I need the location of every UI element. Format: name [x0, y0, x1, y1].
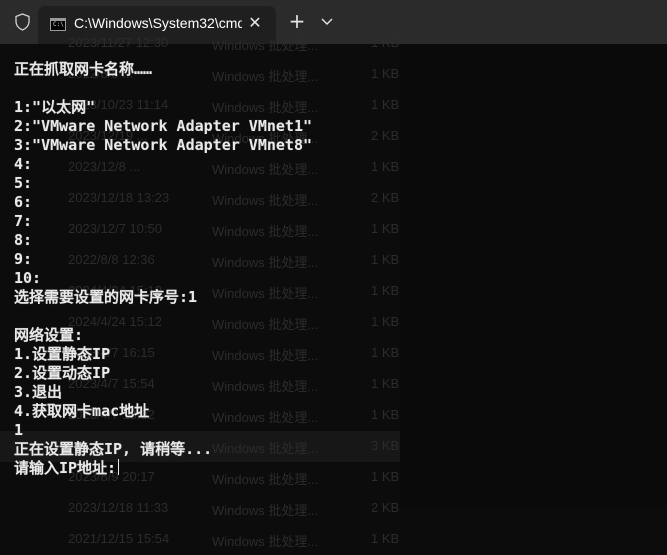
- background-row-size: 1 KB: [371, 97, 400, 112]
- background-row-size: 1 KB: [371, 221, 400, 236]
- console-line: 10:: [14, 269, 312, 288]
- background-row-size: 1 KB: [371, 345, 400, 360]
- console-line: 7:: [14, 212, 312, 231]
- background-row-size: 1 KB: [371, 66, 400, 81]
- background-row-type: Windows 批处理...: [212, 503, 319, 518]
- console-line-text: 正在抓取网卡名称……: [14, 60, 153, 78]
- console-line-text: 网络设置:: [14, 326, 84, 344]
- background-row: 2021/12/15 15:54 Windows 批处理... 1 KB: [0, 524, 400, 555]
- background-row-size: 1 KB: [371, 159, 400, 174]
- console-line: 2.设置动态IP: [14, 364, 312, 383]
- background-row: 2023/11/27 12:30 Windows 批处理... 1 KB: [0, 28, 400, 59]
- console-line-text: 7:: [14, 212, 33, 230]
- console-line: 1:"以太网": [14, 98, 312, 117]
- console-line-text: 4:: [14, 155, 33, 173]
- console-line-text: 8:: [14, 231, 33, 249]
- background-row-size: 1 KB: [371, 314, 400, 329]
- console-line-text: 3:"VMware Network Adapter VMnet8": [14, 136, 313, 154]
- console-line: 3:"VMware Network Adapter VMnet8": [14, 136, 312, 155]
- console-line: 9:: [14, 250, 312, 269]
- background-row-size: 1 KB: [371, 252, 400, 267]
- background-row-size: 2 KB: [371, 500, 400, 515]
- background-row-type: Windows 批处理...: [212, 534, 319, 549]
- console-line-text: 选择需要设置的网卡序号:1: [14, 288, 198, 306]
- console-line-text: 1: [14, 421, 24, 439]
- console-line-text: 请输入IP地址:: [14, 459, 117, 477]
- console-line: 6:: [14, 193, 312, 212]
- background-row-size: 1 KB: [371, 35, 400, 50]
- console-line: 2:"VMware Network Adapter VMnet1": [14, 117, 312, 136]
- console-output[interactable]: 正在抓取网卡名称…… 1:"以太网" 2:"VMware Network Adapt…: [14, 60, 312, 478]
- background-row-size: 1 KB: [371, 407, 400, 422]
- background-row-date: 2021/12/15 15:54: [68, 531, 170, 546]
- background-row: 2023/12/18 11:33 Windows 批处理... 2 KB: [0, 493, 400, 524]
- background-row-size: 2 KB: [371, 190, 400, 205]
- text-cursor: [118, 459, 120, 475]
- console-line: 正在设置静态IP, 请稍等...: [14, 440, 312, 459]
- console-line: 1: [14, 421, 312, 440]
- background-row-size: 1 KB: [371, 283, 400, 298]
- console-line: 请输入IP地址:: [14, 459, 312, 478]
- console-line: 5:: [14, 174, 312, 193]
- console-line-text: 1.设置静态IP: [14, 345, 111, 363]
- console-line: 1.设置静态IP: [14, 345, 312, 364]
- background-row-size: 3 KB: [371, 438, 400, 453]
- background-row-date: 2023/12/18 11:33: [68, 500, 169, 515]
- console-line: 4:: [14, 155, 312, 174]
- console-line-text: 4.获取网卡mac地址: [14, 402, 150, 420]
- background-row-size: 1 KB: [371, 531, 400, 546]
- console-line-text: 2:"VMware Network Adapter VMnet1": [14, 117, 313, 135]
- console-line-text: 10:: [14, 269, 42, 287]
- console-line: 选择需要设置的网卡序号:1: [14, 288, 312, 307]
- console-line-text: 5:: [14, 174, 33, 192]
- background-row-size: 2 KB: [371, 128, 400, 143]
- console-line: 4.获取网卡mac地址: [14, 402, 312, 421]
- console-line-text: 1:"以太网": [14, 98, 96, 116]
- background-row-type: Windows 批处理...: [212, 38, 319, 53]
- console-line-text: 3.退出: [14, 383, 63, 401]
- console-line: 8:: [14, 231, 312, 250]
- console-line: 3.退出: [14, 383, 312, 402]
- background-pane: [400, 44, 667, 506]
- background-row-date: 2023/11/27 12:30: [68, 35, 169, 50]
- background-row-size: 1 KB: [371, 376, 400, 391]
- console-line-text: 9:: [14, 250, 33, 268]
- console-line: 正在抓取网卡名称……: [14, 60, 312, 79]
- console-line-text: 2.设置动态IP: [14, 364, 111, 382]
- console-line-text: 正在设置静态IP, 请稍等...: [14, 440, 213, 458]
- console-line-text: 6:: [14, 193, 33, 211]
- console-line: 网络设置:: [14, 326, 312, 345]
- background-row-size: 1 KB: [371, 469, 400, 484]
